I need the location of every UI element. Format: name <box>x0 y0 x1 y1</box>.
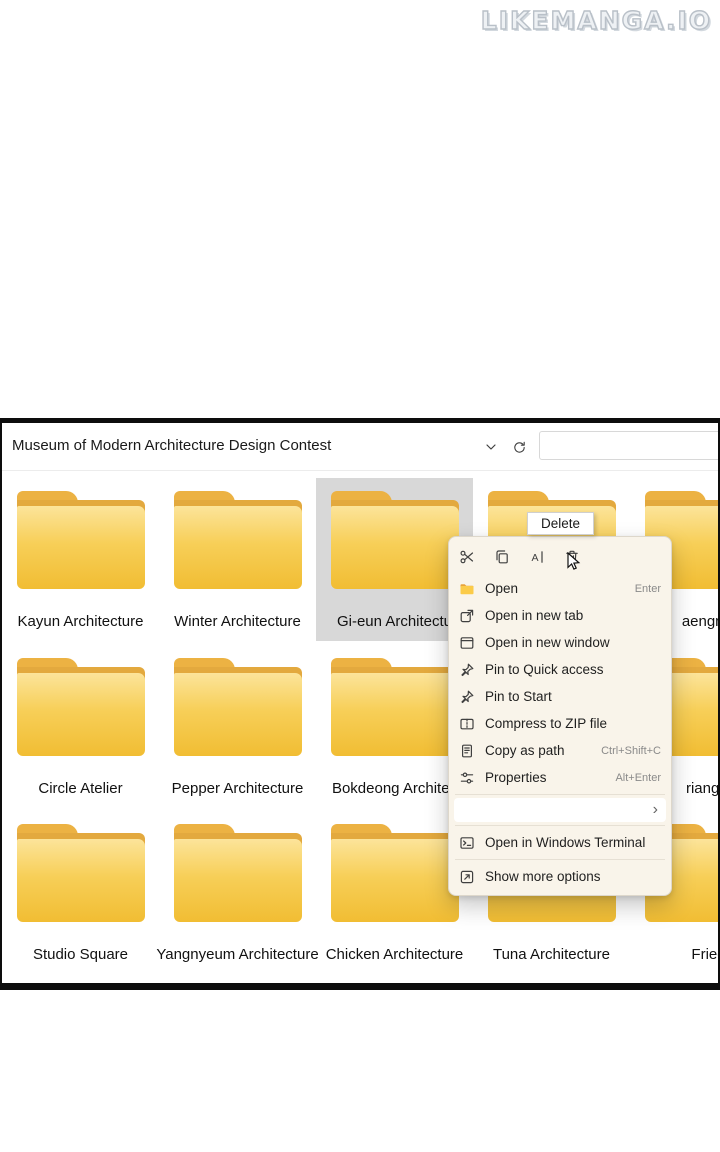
folder-label: Chicken Architecture <box>326 946 464 963</box>
menu-item-label: Open <box>485 581 518 596</box>
menu-item-open-new-tab[interactable]: Open in new tab <box>449 602 671 629</box>
folder-item[interactable]: Winter Architecture <box>159 478 316 641</box>
show-more-icon <box>459 869 475 885</box>
zip-icon <box>459 716 475 732</box>
cut-icon[interactable] <box>455 545 479 569</box>
folder-icon <box>17 824 145 922</box>
folder-icon <box>331 658 459 756</box>
folder-label: Studio Square <box>33 946 128 963</box>
menu-item-label: Open in new tab <box>485 608 583 623</box>
menu-item-properties[interactable]: Properties Alt+Enter <box>449 764 671 791</box>
menu-item-label: Copy as path <box>485 743 565 758</box>
menu-item-label: Show more options <box>485 869 601 884</box>
chevron-down-icon[interactable] <box>481 437 501 457</box>
copy-path-icon <box>459 743 475 759</box>
menu-item-label: Compress to ZIP file <box>485 716 607 731</box>
folder-label: Gi-eun Architectu <box>337 613 452 630</box>
svg-text:A: A <box>532 552 539 564</box>
chevron-right-icon: › <box>653 802 658 818</box>
folder-icon <box>17 491 145 589</box>
breadcrumb[interactable]: Museum of Modern Architecture Design Con… <box>12 437 331 454</box>
folder-icon <box>459 581 475 597</box>
folder-label: Tuna Architecture <box>493 946 610 963</box>
folder-label: aengmy <box>682 613 720 630</box>
folder-item[interactable]: Yangnyeum Architecture <box>159 811 316 974</box>
context-menu: A Open Enter Open in new tab Open in ne <box>448 536 672 896</box>
menu-item-open[interactable]: Open Enter <box>449 575 671 602</box>
menu-item-label: Pin to Quick access <box>485 662 604 677</box>
new-tab-icon <box>459 608 475 624</box>
menu-item-shortcut: Enter <box>635 583 661 595</box>
menu-item-shortcut: Alt+Enter <box>615 772 661 784</box>
folder-icon <box>17 658 145 756</box>
copy-icon[interactable] <box>490 545 514 569</box>
menu-item-copy-as-path[interactable]: Copy as path Ctrl+Shift+C <box>449 737 671 764</box>
menu-item-submenu[interactable]: › <box>454 798 666 822</box>
menu-item-label: Open in new window <box>485 635 610 650</box>
menu-item-label: Open in Windows Terminal <box>485 835 645 850</box>
folder-label: Fried <box>691 946 720 963</box>
folder-item[interactable]: Pepper Architecture <box>159 645 316 808</box>
folder-icon <box>174 824 302 922</box>
pin-icon <box>459 689 475 705</box>
folder-icon <box>174 658 302 756</box>
watermark: LIKEMANGA.IO <box>481 6 712 35</box>
menu-separator <box>455 825 665 826</box>
file-explorer-panel: Museum of Modern Architecture Design Con… <box>0 418 720 990</box>
terminal-icon <box>459 835 475 851</box>
mouse-cursor-icon <box>566 552 584 577</box>
folder-item[interactable]: Studio Square <box>2 811 159 974</box>
quick-actions: A <box>449 543 671 575</box>
pin-icon <box>459 662 475 678</box>
menu-item-label: Pin to Start <box>485 689 552 704</box>
delete-tooltip: Delete <box>527 512 594 535</box>
menu-separator <box>455 859 665 860</box>
menu-item-open-windows-terminal[interactable]: Open in Windows Terminal <box>449 829 671 856</box>
search-input[interactable] <box>539 431 720 460</box>
refresh-icon[interactable] <box>509 437 529 457</box>
folder-label: Bokdeong Architec <box>332 780 457 797</box>
menu-item-pin-start[interactable]: Pin to Start <box>449 683 671 710</box>
folder-label: Kayun Architecture <box>18 613 144 630</box>
address-bar: Museum of Modern Architecture Design Con… <box>2 423 718 471</box>
menu-item-compress-zip[interactable]: Compress to ZIP file <box>449 710 671 737</box>
menu-item-open-new-window[interactable]: Open in new window <box>449 629 671 656</box>
folder-label: Pepper Architecture <box>172 780 304 797</box>
folder-item[interactable]: Kayun Architecture <box>2 478 159 641</box>
menu-item-label: Properties <box>485 770 547 785</box>
folder-icon <box>331 491 459 589</box>
menu-item-pin-quick-access[interactable]: Pin to Quick access <box>449 656 671 683</box>
folder-label: Yangnyeum Architecture <box>156 946 318 963</box>
folder-label: Circle Atelier <box>38 780 122 797</box>
folder-icon <box>174 491 302 589</box>
rename-icon[interactable]: A <box>525 545 549 569</box>
menu-item-shortcut: Ctrl+Shift+C <box>601 745 661 757</box>
folder-item[interactable]: Circle Atelier <box>2 645 159 808</box>
folder-label: Winter Architecture <box>174 613 301 630</box>
folder-icon <box>331 824 459 922</box>
menu-item-show-more-options[interactable]: Show more options <box>449 863 671 890</box>
folder-label: riangle <box>686 780 720 797</box>
menu-separator <box>455 794 665 795</box>
new-window-icon <box>459 635 475 651</box>
properties-icon <box>459 770 475 786</box>
